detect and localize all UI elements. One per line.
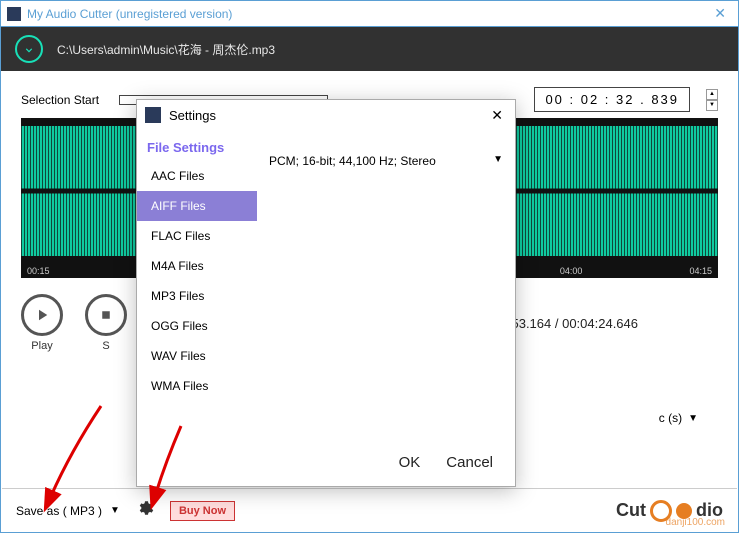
watermark: danji100.com <box>666 517 725 528</box>
dialog-close-button[interactable]: ✕ <box>487 107 507 124</box>
chevron-down-icon[interactable]: ▼ <box>493 154 503 165</box>
file-path-bar: C:\Users\admin\Music\花海 - 周杰伦.mp3 <box>1 27 738 71</box>
window-title: My Audio Cutter (unregistered version) <box>27 7 708 21</box>
format-value[interactable]: PCM; 16-bit; 44,100 Hz; Stereo <box>269 154 436 168</box>
sidebar-item-mp3-files[interactable]: MP3 Files <box>137 281 257 311</box>
file-path: C:\Users\admin\Music\花海 - 周杰伦.mp3 <box>57 41 275 58</box>
selection-start-label: Selection Start <box>21 93 109 107</box>
time-stepper[interactable]: ▲▼ <box>706 89 718 111</box>
chevron-down-icon: ▼ <box>688 413 698 424</box>
app-icon <box>7 7 21 21</box>
play-button[interactable]: Play <box>21 294 63 352</box>
sidebar-item-aac-files[interactable]: AAC Files <box>137 161 257 191</box>
sidebar-item-wav-files[interactable]: WAV Files <box>137 341 257 371</box>
sidebar-item-ogg-files[interactable]: OGG Files <box>137 311 257 341</box>
dialog-content: PCM; 16-bit; 44,100 Hz; Stereo ▼ <box>257 130 515 438</box>
sidebar-item-aiff-files[interactable]: AIFF Files <box>137 191 257 221</box>
dialog-sidebar: File Settings AAC FilesAIFF FilesFLAC Fi… <box>137 130 257 438</box>
sidebar-header: File Settings <box>137 134 257 161</box>
bottom-bar: Save as ( MP3 ) ▼ Buy Now Cut dio danji1… <box>2 488 737 532</box>
dialog-title: Settings <box>169 108 487 123</box>
selection-end-input[interactable]: 00 : 02 : 32 . 839 <box>534 87 690 112</box>
save-as-button[interactable]: Save as ( MP3 ) <box>16 504 102 518</box>
waveform-left[interactable]: 00:15 <box>21 118 151 278</box>
settings-button[interactable] <box>136 499 154 522</box>
ok-button[interactable]: OK <box>399 454 421 471</box>
cancel-button[interactable]: Cancel <box>446 454 493 471</box>
cs-label: c (s) <box>659 411 682 425</box>
stop-button[interactable]: S <box>85 294 127 352</box>
sidebar-item-wma-files[interactable]: WMA Files <box>137 371 257 401</box>
dialog-footer: OK Cancel <box>137 438 515 486</box>
sidebar-item-m4a-files[interactable]: M4A Files <box>137 251 257 281</box>
settings-dialog: Settings ✕ File Settings AAC FilesAIFF F… <box>136 99 516 487</box>
play-label: Play <box>31 340 52 352</box>
chevron-down-icon[interactable]: ▼ <box>110 505 120 516</box>
buy-now-button[interactable]: Buy Now <box>170 501 235 521</box>
dialog-header: Settings ✕ <box>137 100 515 130</box>
selection-end-value: 00 : 02 : 32 . 839 <box>545 92 679 107</box>
dialog-icon <box>145 107 161 123</box>
download-icon <box>15 35 43 63</box>
stop-label: S <box>102 340 109 352</box>
window-close-button[interactable]: ✕ <box>708 5 732 22</box>
sidebar-item-flac-files[interactable]: FLAC Files <box>137 221 257 251</box>
titlebar: My Audio Cutter (unregistered version) ✕ <box>1 1 738 27</box>
cs-selector[interactable]: c (s) ▼ <box>659 411 698 425</box>
timeline-left: 00:15 <box>21 266 151 276</box>
